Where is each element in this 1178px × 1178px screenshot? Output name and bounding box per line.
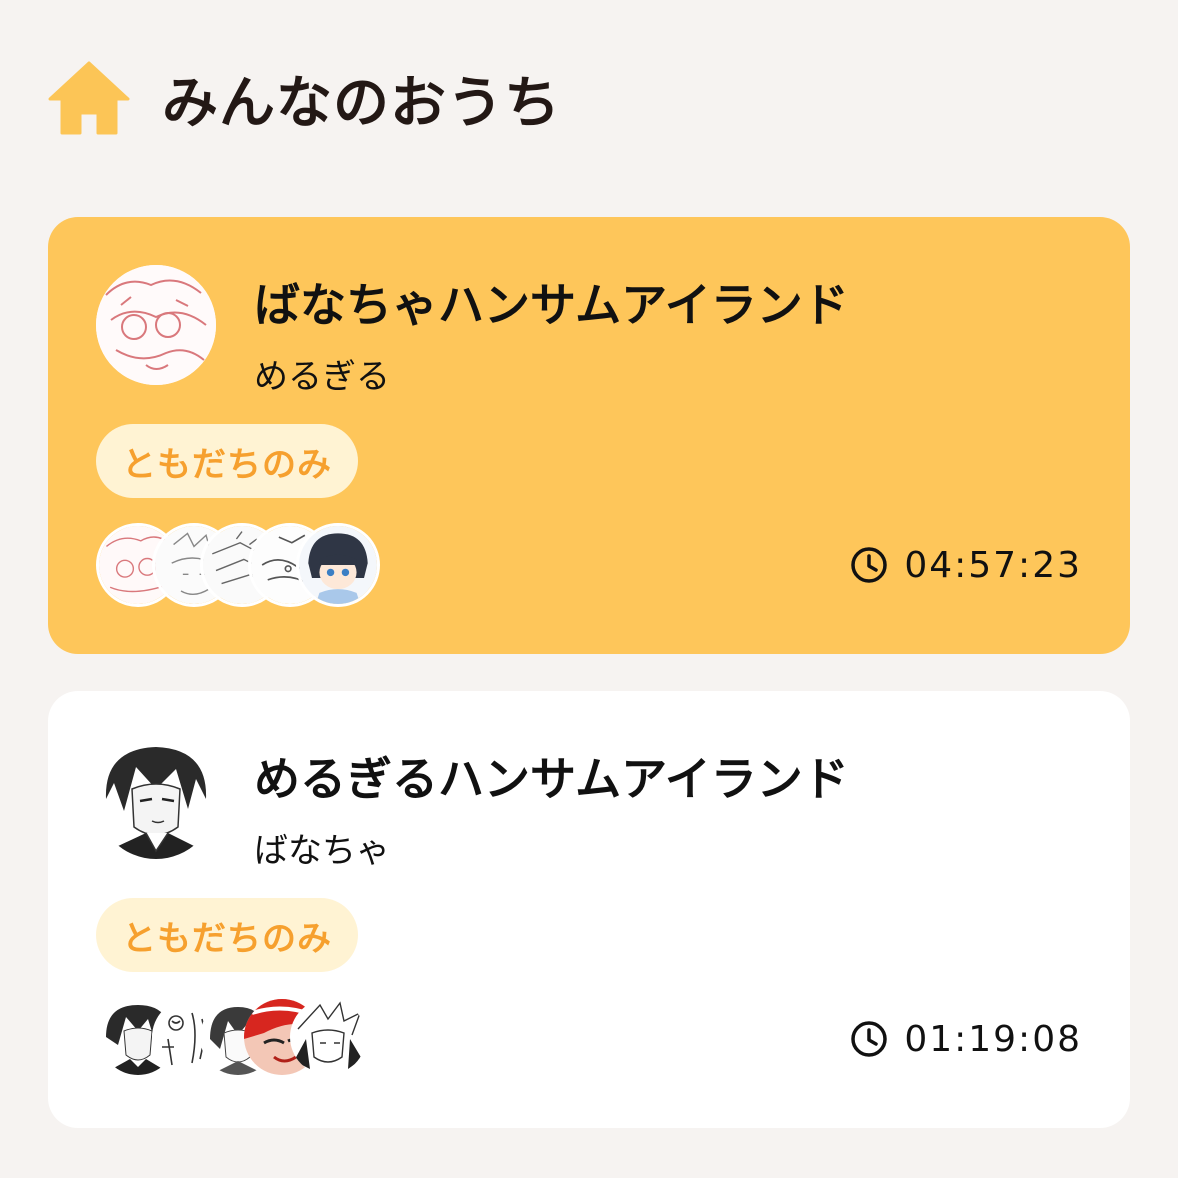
owner-avatar: [96, 739, 216, 859]
room-card[interactable]: めるぎるハンサムアイランド ばなちゃ ともだちのみ 01:19:08: [48, 691, 1130, 1128]
friends-only-badge: ともだちのみ: [96, 424, 358, 498]
timer-value: 01:19:08: [904, 1018, 1082, 1060]
owner-name: ばなちゃ: [254, 831, 390, 871]
member-avatars: [96, 999, 396, 1083]
friends-only-badge: ともだちのみ: [96, 898, 358, 972]
page-header: みんなのおうち: [48, 58, 561, 138]
room-title: ばなちゃハンサムアイランド: [254, 278, 849, 332]
member-avatar: [290, 999, 366, 1075]
member-avatar: [296, 523, 380, 607]
page-title: みんなのおうち: [162, 70, 561, 136]
timer-value: 04:57:23: [904, 544, 1082, 586]
owner-avatar: [96, 265, 216, 385]
room-card[interactable]: ばなちゃハンサムアイランド めるぎる ともだちのみ 04:57:23: [48, 217, 1130, 654]
owner-name: めるぎる: [254, 357, 390, 397]
clock-icon: [851, 1021, 888, 1057]
clock-icon: [851, 547, 888, 583]
room-title: めるぎるハンサムアイランド: [254, 752, 849, 806]
room-timer: 04:57:23: [850, 541, 1082, 589]
room-timer: 01:19:08: [850, 1015, 1082, 1063]
member-avatars: [96, 523, 396, 607]
home-icon: [48, 61, 130, 135]
